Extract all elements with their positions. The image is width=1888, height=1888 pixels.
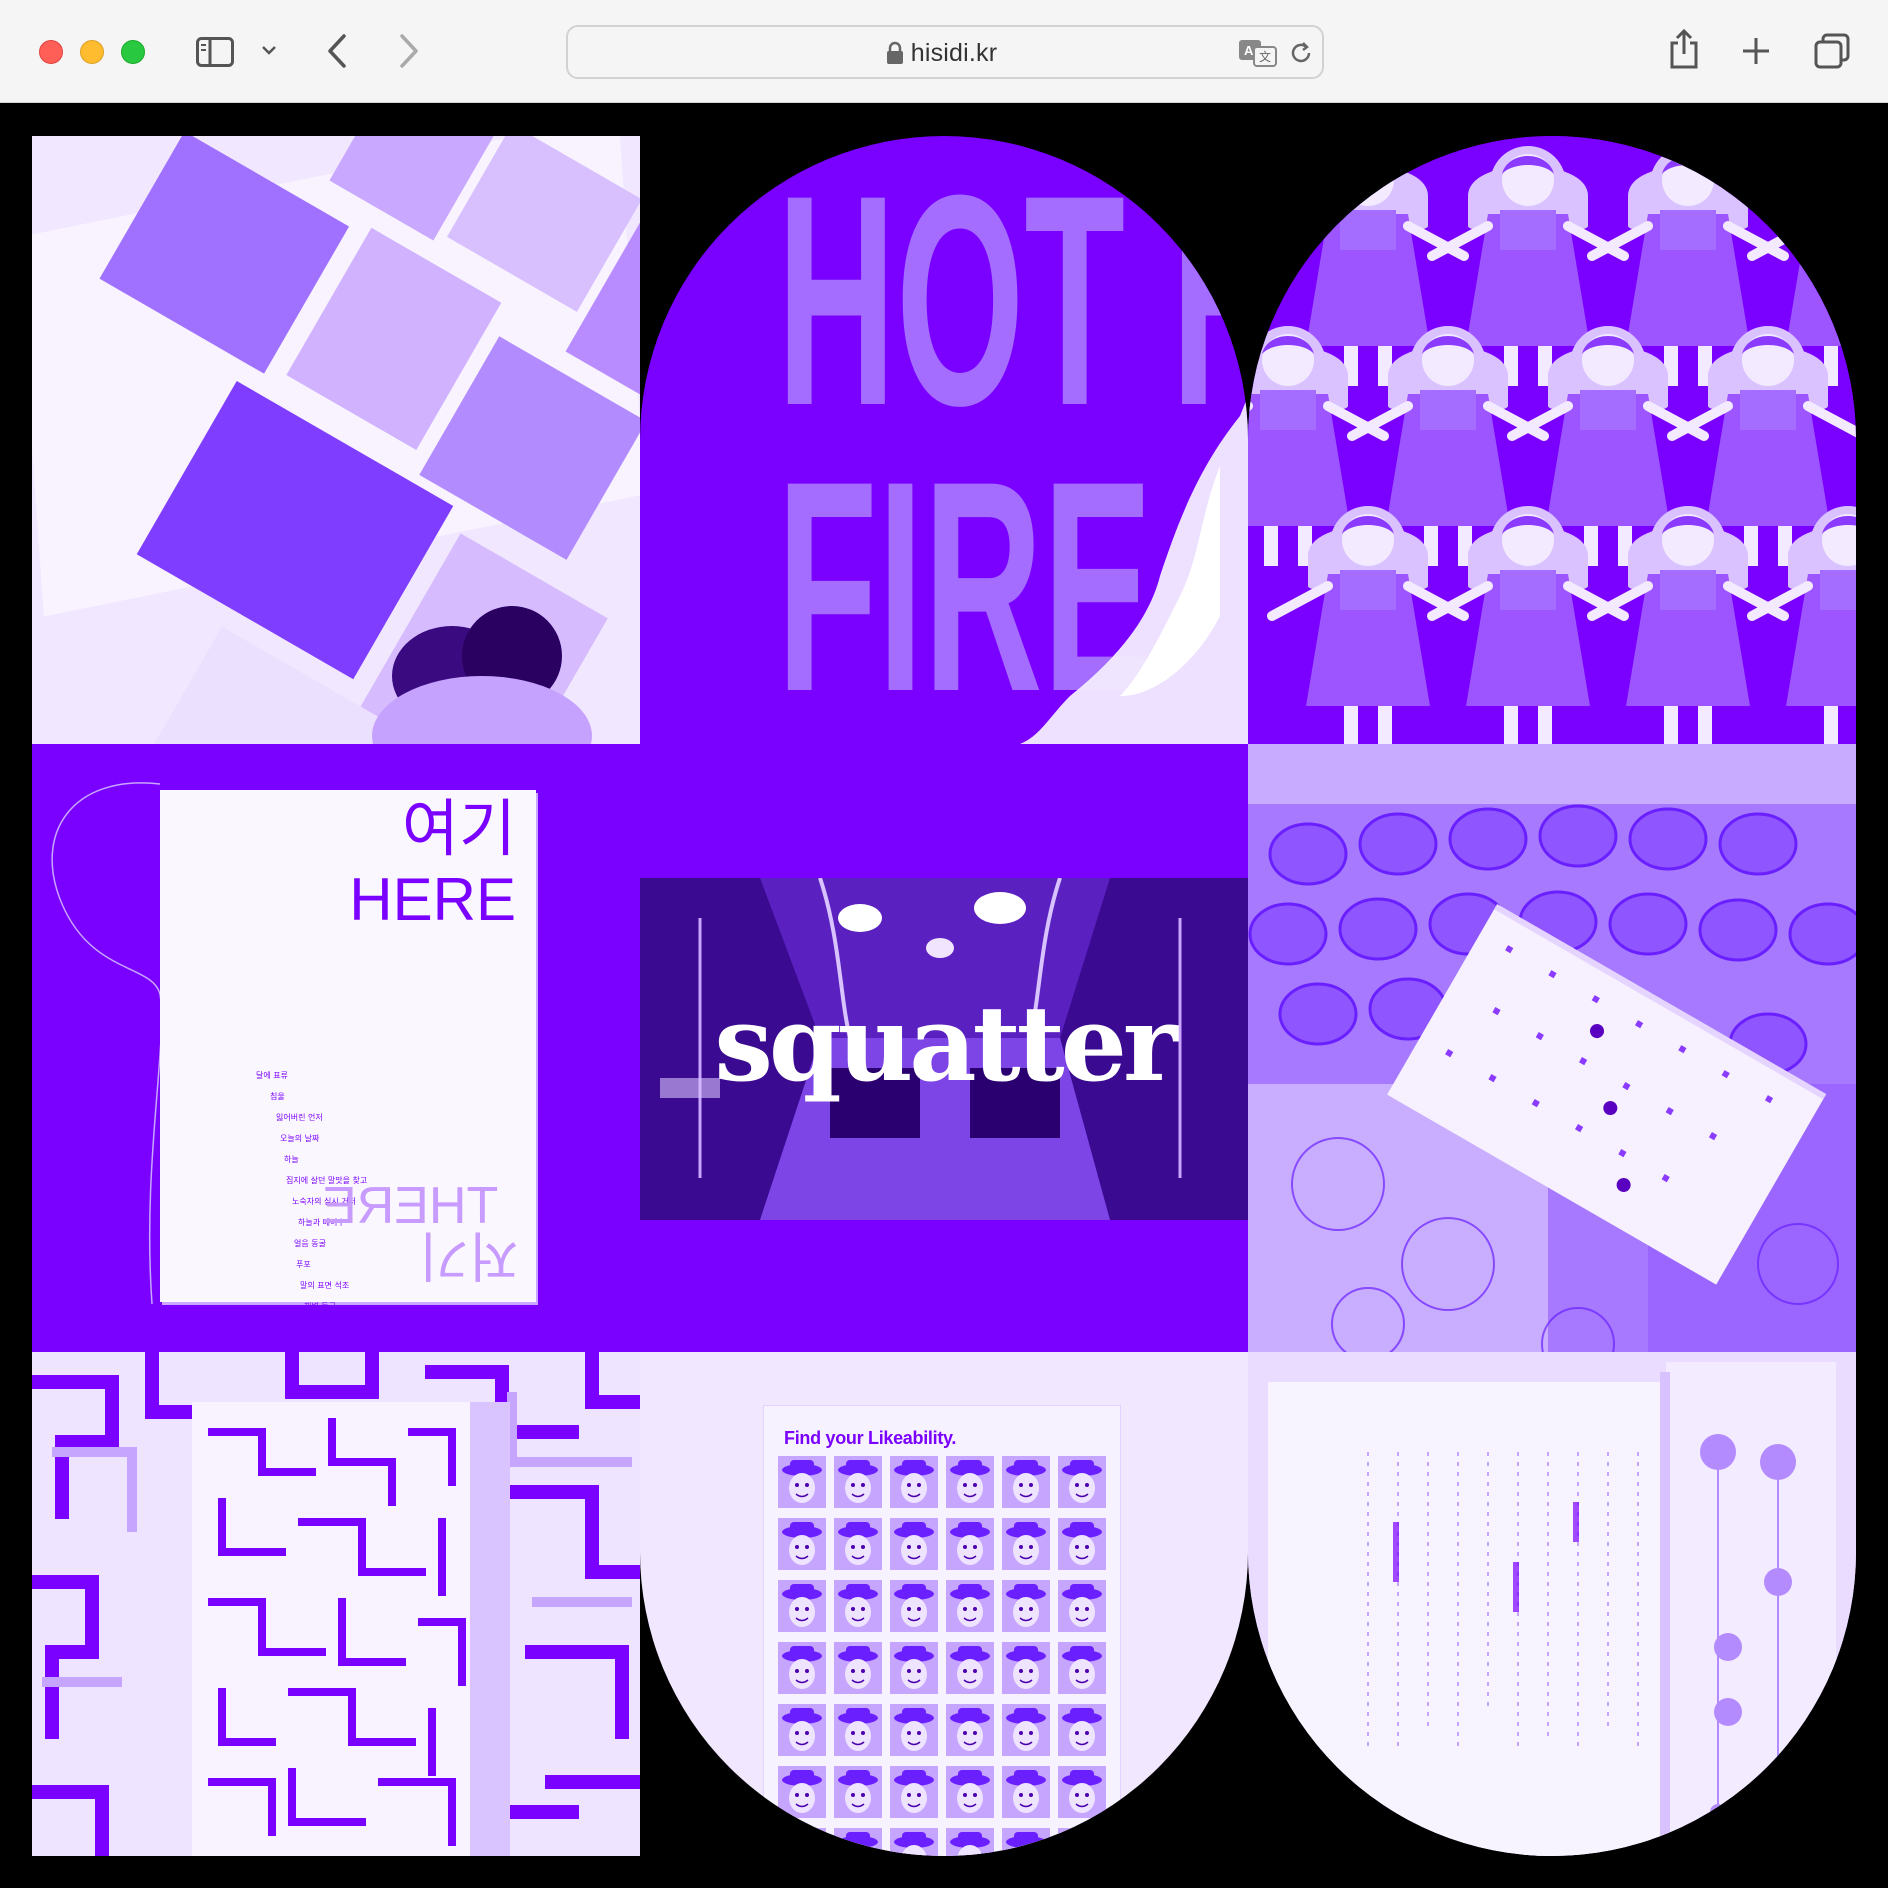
forward-icon[interactable] bbox=[398, 33, 420, 69]
reload-icon[interactable] bbox=[1288, 40, 1314, 66]
magazine-image bbox=[1248, 1352, 1856, 1856]
new-tab-icon[interactable] bbox=[1741, 36, 1771, 66]
address-bar[interactable]: hisidi.kr A 文 bbox=[566, 25, 1324, 79]
contents-item: 해변 동굴 bbox=[304, 1302, 336, 1311]
tabs-overview-icon[interactable] bbox=[1814, 33, 1850, 69]
faces-zine-image bbox=[1248, 744, 1856, 1352]
photobook-image bbox=[32, 136, 640, 744]
svg-text:文: 文 bbox=[1259, 49, 1271, 64]
likeability-tile[interactable]: Find your Likeability. 형상 bbox=[640, 1352, 1248, 1856]
contents-item: 하늘 bbox=[284, 1155, 299, 1164]
hot-fire-tile[interactable]: HOT HOT FIRE 소개 bbox=[640, 136, 1248, 744]
chevron-down-icon[interactable] bbox=[261, 44, 277, 56]
sidebar-icon[interactable] bbox=[196, 37, 234, 67]
paper-dolls-image bbox=[1248, 136, 1856, 744]
flame-image bbox=[1020, 396, 1248, 744]
likeability-heading: Find your Likeability. bbox=[784, 1428, 957, 1448]
contents-item: 푸포 bbox=[296, 1260, 311, 1269]
squatter-tile[interactable]: squatter bbox=[640, 744, 1248, 1352]
faces-zine-tile[interactable] bbox=[1248, 744, 1856, 1352]
booklet-cover: 여기 HERE 달에 표류 침울 잃어버린 언저 오늘의 날짜 하늘 집지에 살… bbox=[160, 790, 536, 1332]
browser-toolbar: hisidi.kr A 文 bbox=[0, 0, 1888, 103]
close-window-button[interactable] bbox=[39, 40, 63, 64]
shape-label[interactable]: 형상 bbox=[1150, 1754, 1243, 1847]
translate-icon[interactable]: A 文 bbox=[1238, 39, 1278, 67]
contents-item: 오늘의 날짜 bbox=[280, 1134, 320, 1143]
svg-text:A: A bbox=[1244, 43, 1254, 58]
magazine-tile[interactable]: 색상 bbox=[1248, 1352, 1856, 1856]
booklet-title-english: HERE bbox=[349, 866, 516, 933]
url-text: hisidi.kr bbox=[910, 39, 998, 67]
contents-item: 달에 표류 bbox=[256, 1071, 288, 1080]
contents-item: 말의 표면 석조 bbox=[300, 1281, 350, 1290]
likeability-poster: Find your Likeability. bbox=[764, 1406, 1120, 1856]
color-label[interactable]: 색상 bbox=[1758, 1754, 1851, 1847]
contents-item: 버려진 의자 bbox=[310, 1323, 350, 1332]
minimize-window-button[interactable] bbox=[80, 40, 104, 64]
maze-book-tile[interactable] bbox=[32, 1352, 640, 1856]
booklet-title-korean: 여기 bbox=[401, 792, 516, 865]
booklet-tile[interactable]: 여기 HERE 달에 표류 침울 잃어버린 언저 오늘의 날짜 하늘 집지에 살… bbox=[32, 744, 640, 1352]
photobook-tile[interactable] bbox=[32, 136, 640, 744]
contents-item: 얼음 동굴 bbox=[294, 1239, 326, 1248]
maze-book-image bbox=[32, 1352, 640, 1856]
woody-faces-grid bbox=[778, 1456, 1107, 1856]
share-icon[interactable] bbox=[1668, 28, 1700, 70]
bus-photo: squatter bbox=[640, 878, 1248, 1220]
zoom-window-button[interactable] bbox=[121, 40, 145, 64]
paper-dolls-tile[interactable]: 100형 bbox=[1248, 136, 1856, 744]
contents-item: 침울 bbox=[270, 1092, 285, 1101]
contents-item: 잃어버린 언저 bbox=[276, 1113, 323, 1122]
squatter-title: squatter bbox=[714, 982, 1177, 1105]
booklet-mirror-korean: 저기 bbox=[418, 1224, 518, 1287]
back-icon[interactable] bbox=[326, 33, 348, 69]
